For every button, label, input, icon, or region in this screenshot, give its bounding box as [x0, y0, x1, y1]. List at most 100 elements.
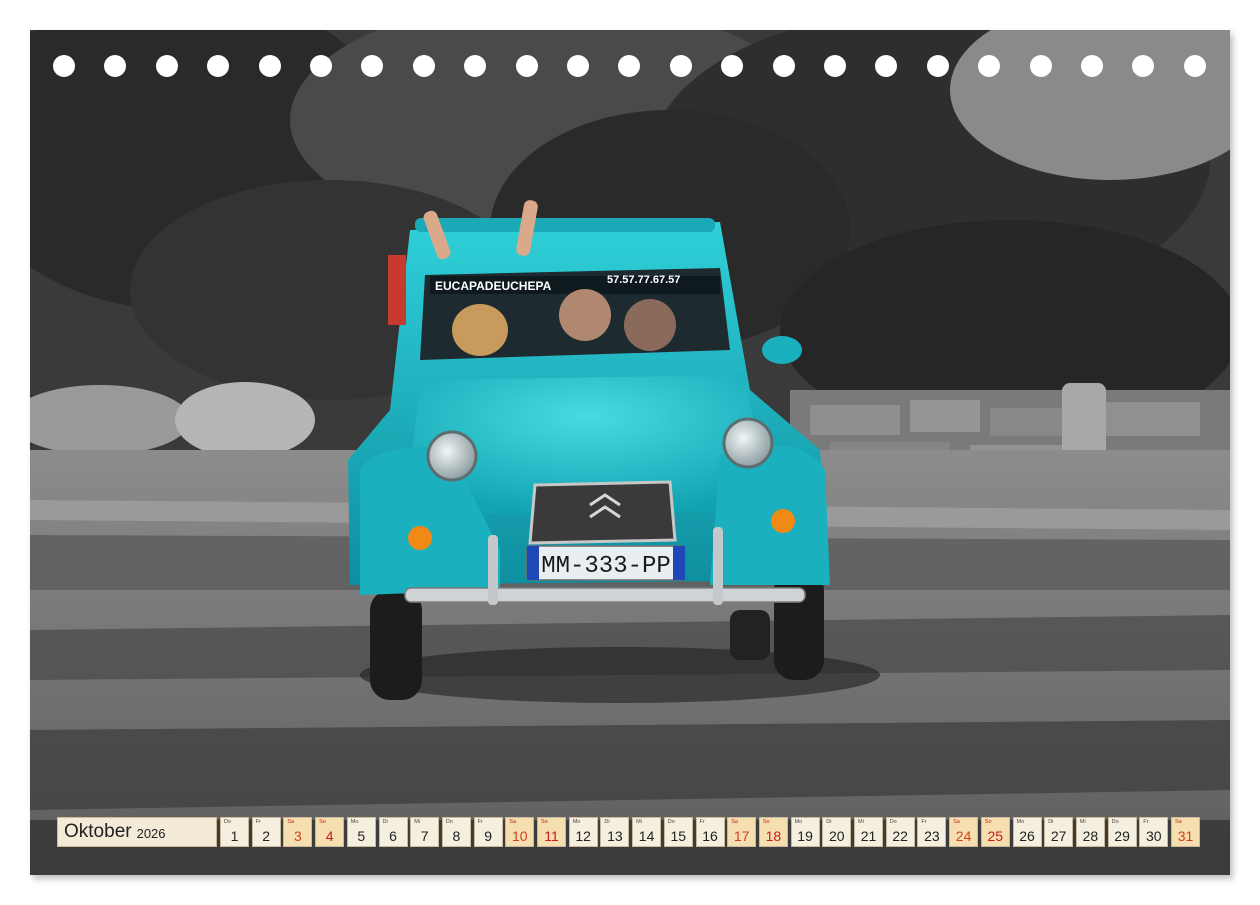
day-number: 31: [1177, 828, 1194, 844]
day-number: 19: [797, 828, 813, 844]
binding-hole: [618, 55, 641, 77]
day-of-week: Di: [1048, 819, 1054, 825]
day-cell: Mi 21: [854, 817, 883, 847]
binding-hole: [1029, 55, 1052, 77]
day-cell: Sa 24: [949, 817, 979, 847]
binding-hole: [412, 55, 435, 77]
binding-hole: [104, 55, 127, 77]
day-of-week: Di: [826, 819, 832, 825]
day-number: 11: [544, 828, 559, 844]
day-of-week: So: [541, 819, 548, 825]
license-plate: MM-333-PP: [541, 553, 671, 580]
day-cell: Sa 10: [505, 817, 535, 847]
day-number: 25: [987, 828, 1004, 844]
day-cell: Sa 31: [1171, 817, 1200, 847]
day-number: 24: [955, 828, 972, 844]
day-of-week: Sa: [1175, 819, 1182, 825]
day-of-week: Sa: [509, 819, 517, 825]
day-cell: Di 20: [822, 817, 852, 847]
day-number: 14: [638, 828, 655, 844]
day-cell: Mo 26: [1012, 817, 1042, 847]
windshield-phone: 57.57.77.67.57: [607, 274, 680, 286]
day-of-week: Fr: [699, 819, 705, 825]
day-of-week: Do: [445, 819, 453, 825]
day-number: 26: [1019, 828, 1035, 844]
day-of-week: Mi: [858, 819, 864, 825]
day-number: 23: [924, 828, 940, 844]
day-cell: Mo 5: [346, 817, 376, 847]
day-number: 10: [512, 828, 528, 844]
day-number: 22: [892, 828, 908, 844]
day-cell: Di 6: [378, 817, 408, 847]
day-number: 29: [1114, 828, 1130, 844]
day-of-week: Di: [382, 819, 388, 825]
binding-hole: [258, 55, 281, 77]
day-number: 16: [702, 828, 718, 844]
day-number: 15: [670, 828, 687, 844]
day-number: 20: [829, 828, 845, 844]
day-cell: Mo 19: [790, 817, 820, 847]
day-of-week: Sa: [731, 819, 738, 825]
day-cell: Do 1: [220, 817, 249, 847]
day-cell: Mi 7: [410, 817, 440, 847]
binding-hole: [669, 55, 692, 77]
day-of-week: Mi: [1079, 819, 1086, 825]
day-cell: Do 22: [885, 817, 915, 847]
day-cell: Di 27: [1044, 817, 1074, 847]
day-of-week: Do: [1111, 819, 1119, 825]
calendar-strip: Oktober 2026 Do 1 Fr 2 Sa 3 So 4 Mo 5 Di 6 Mi 7 Do 8 Fr 9…: [57, 817, 1203, 847]
day-number: 28: [1082, 828, 1099, 844]
day-number: 21: [860, 828, 877, 844]
day-cell: Mo 12: [568, 817, 598, 847]
day-cell: Do 8: [441, 817, 471, 847]
month-label: Oktober 2026: [57, 817, 217, 847]
day-number: 2: [262, 828, 271, 844]
day-number: 12: [575, 828, 591, 844]
binding-hole: [721, 55, 744, 77]
car-photo-illustration: EUCAPADEUCHEPA 57.57.77.67.57 MM-333-PP: [30, 30, 1230, 875]
day-number: 17: [733, 828, 750, 844]
day-cell: Mi 28: [1075, 817, 1105, 847]
binding-hole: [1132, 55, 1155, 77]
day-of-week: Mo: [794, 819, 803, 825]
day-of-week: Sa: [953, 819, 960, 825]
day-of-week: Do: [667, 819, 675, 825]
binding-hole: [567, 55, 589, 77]
day-of-week: Fr: [1143, 819, 1149, 825]
binding-hole: [361, 55, 384, 77]
month-year: 2026: [136, 826, 166, 841]
day-number: 30: [1146, 828, 1162, 844]
day-cell: Mi 14: [632, 817, 662, 847]
day-of-week: Mo: [1016, 819, 1025, 825]
binding-hole: [1183, 55, 1206, 77]
day-cell: So 25: [980, 817, 1010, 847]
day-of-week: Do: [889, 819, 897, 825]
day-of-week: Mi: [414, 819, 420, 825]
day-cell: So 11: [537, 817, 566, 847]
month-name: Oktober: [64, 821, 132, 842]
binding-hole: [875, 55, 898, 77]
day-cell: Di 13: [600, 817, 630, 847]
day-number: 7: [420, 828, 429, 844]
windshield-banner: EUCAPADEUCHEPA: [435, 279, 552, 293]
binding-hole: [515, 55, 538, 77]
day-cell: Sa 3: [283, 817, 313, 847]
day-of-week: So: [762, 819, 770, 825]
day-cell: So 4: [315, 817, 345, 847]
day-number: 27: [1050, 828, 1067, 844]
day-number: 5: [357, 828, 366, 844]
day-number: 1: [230, 828, 239, 844]
day-of-week: Fr: [477, 819, 483, 825]
binding-hole: [155, 55, 178, 77]
day-of-week: So: [319, 819, 326, 825]
binding-hole: [53, 55, 75, 77]
car-photo: EUCAPADEUCHEPA 57.57.77.67.57 MM-333-PP: [30, 30, 1230, 875]
day-of-week: Fr: [921, 819, 927, 825]
binding-hole: [824, 55, 846, 77]
day-of-week: Mo: [572, 819, 581, 825]
binding-hole: [464, 55, 487, 77]
binding-holes: [30, 55, 1230, 79]
day-cell: Sa 17: [727, 817, 757, 847]
day-of-week: Di: [604, 819, 610, 825]
binding-hole: [207, 55, 230, 77]
